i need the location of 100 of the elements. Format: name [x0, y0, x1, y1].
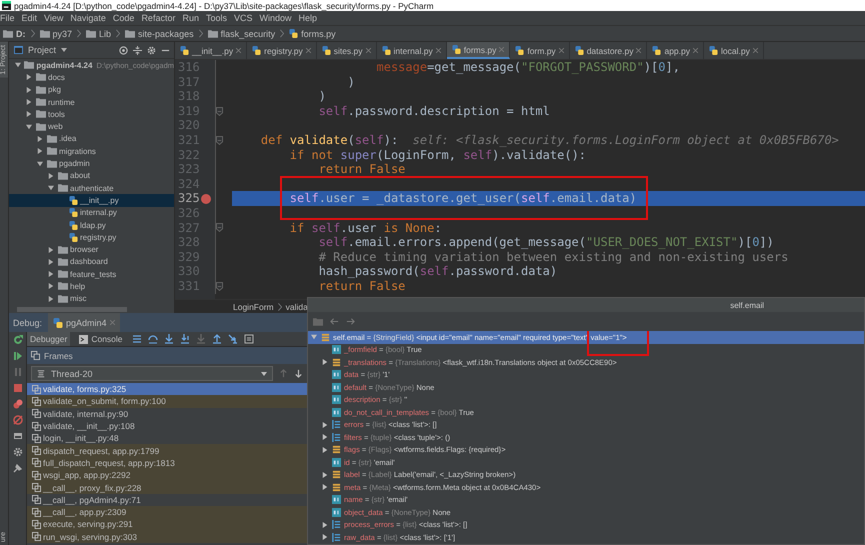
settings-icon[interactable] [147, 46, 156, 54]
step-into-my-code-icon[interactable] [180, 334, 190, 344]
close-icon[interactable] [236, 48, 242, 53]
menu-item[interactable]: Window [260, 13, 292, 23]
breadcrumb-item[interactable]: D: [16, 28, 26, 38]
frame-item[interactable]: wsgi_app, app.py:2292 [27, 469, 307, 482]
breakpoints-icon[interactable] [12, 399, 22, 409]
evaluate-icon[interactable] [244, 334, 254, 344]
expand-arrow-icon[interactable] [26, 124, 32, 130]
expand-arrow-icon[interactable] [311, 334, 317, 340]
tree-item[interactable]: .idea [9, 132, 174, 146]
debugger-tab[interactable]: Console [76, 332, 126, 346]
expand-arrow-icon[interactable] [322, 522, 328, 528]
settings-icon[interactable] [12, 447, 22, 457]
menu-item[interactable]: Refactor [141, 13, 176, 23]
expand-arrow-icon[interactable] [26, 74, 32, 80]
step-out-icon[interactable] [212, 334, 222, 344]
tree-item[interactable]: runtime [9, 96, 174, 108]
stop-icon[interactable] [12, 383, 22, 393]
breadcrumb-item[interactable]: forms.py [301, 28, 336, 38]
debugger-tab[interactable]: Debugger [27, 332, 70, 346]
tree-item[interactable]: pgadmin [9, 157, 174, 170]
tree-item[interactable]: registry.py [9, 231, 174, 244]
close-icon[interactable] [693, 48, 698, 53]
layout-icon[interactable] [12, 431, 22, 441]
expand-arrow-icon[interactable] [322, 472, 328, 478]
expand-arrow-icon[interactable] [322, 434, 328, 440]
fold-marker-icon[interactable] [216, 106, 223, 116]
close-icon[interactable] [636, 48, 642, 53]
editor-tab[interactable]: sites.py [316, 42, 377, 59]
close-icon[interactable] [306, 48, 311, 53]
expand-arrow-icon[interactable] [26, 86, 32, 93]
expand-arrow-icon[interactable] [48, 258, 54, 265]
tree-item[interactable]: dashboard [9, 256, 174, 268]
frame-item[interactable]: validate, internal.py:90 [27, 408, 307, 420]
caret-icon[interactable] [61, 48, 68, 52]
pin-icon[interactable] [12, 463, 22, 473]
frame-item[interactable]: validate_on_submit, form.py:100 [27, 395, 307, 408]
expand-arrow-icon[interactable] [48, 185, 54, 192]
tree-item[interactable]: authenticate [9, 182, 174, 194]
menu-item[interactable]: Help [298, 13, 318, 23]
tree-item[interactable]: help [9, 280, 174, 293]
editor-tab[interactable]: forms.py [446, 42, 510, 59]
tree-item[interactable]: misc [9, 292, 174, 305]
expand-arrow-icon[interactable] [322, 446, 328, 453]
close-icon[interactable] [366, 48, 371, 53]
menu-item[interactable]: Code [112, 13, 134, 23]
editor-tab[interactable]: local.py [704, 42, 764, 59]
expand-arrow-icon[interactable] [322, 484, 328, 490]
expand-arrow-icon[interactable] [48, 271, 54, 278]
frame-item[interactable]: __call__, proxy_fix.py:228 [27, 481, 307, 494]
collapse-icon[interactable] [133, 46, 142, 54]
expand-arrow-icon[interactable] [26, 111, 32, 118]
expand-arrow-icon[interactable] [48, 172, 54, 179]
tree-item[interactable]: ldap.py [9, 218, 174, 232]
expand-arrow-icon[interactable] [48, 283, 54, 290]
step-into-icon[interactable] [164, 334, 174, 344]
fold-marker-icon[interactable] [216, 223, 223, 232]
menu-item[interactable]: Navigate [70, 13, 106, 23]
expand-arrow-icon[interactable] [322, 422, 328, 428]
expand-arrow-icon[interactable] [322, 359, 328, 366]
frame-item[interactable]: __call__, pgAdmin4.py:71 [27, 494, 307, 506]
tree-item[interactable]: docs [9, 71, 174, 84]
editor-tab[interactable]: internal.py [376, 42, 447, 59]
rerun-icon[interactable] [12, 335, 22, 345]
expand-arrow-icon[interactable] [26, 99, 32, 106]
expand-arrow-icon[interactable] [48, 246, 54, 253]
expand-arrow-icon[interactable] [322, 534, 328, 540]
frame-item[interactable]: run_wsgi, serving.py:303 [27, 530, 307, 543]
breadcrumb-item[interactable]: flask_security [220, 28, 276, 38]
editor-tab[interactable]: app.py [647, 42, 704, 59]
tree-item[interactable]: feature_tests [9, 268, 174, 280]
frame-item[interactable]: dispatch_request, app.py:1799 [27, 444, 307, 457]
menu-item[interactable]: Run [182, 13, 199, 23]
thread-dropdown[interactable]: Thread-20 [31, 366, 273, 381]
frame-item[interactable]: login, __init__.py:48 [27, 432, 307, 444]
editor-tab[interactable]: __init__.py [175, 42, 248, 59]
tree-item[interactable]: migrations [9, 145, 174, 158]
editor-tab[interactable]: registry.py [247, 42, 317, 59]
session-tab[interactable]: pgAdmin4 [48, 313, 120, 332]
breadcrumb-item[interactable]: py37 [52, 28, 72, 38]
expand-arrow-icon[interactable] [37, 160, 43, 167]
run-to-cursor-icon[interactable] [228, 334, 238, 344]
menu-item[interactable]: File [0, 13, 15, 23]
menu-icon[interactable] [132, 334, 142, 344]
close-icon[interactable] [752, 48, 758, 53]
arrow-down-icon[interactable] [294, 369, 303, 378]
tree-item[interactable]: tools [9, 108, 174, 120]
fold-marker-icon[interactable] [216, 136, 223, 145]
breakpoint-icon[interactable] [201, 194, 211, 204]
tree-item[interactable]: about [9, 170, 174, 182]
resume-icon[interactable] [12, 351, 22, 361]
tree-item[interactable]: browser [9, 243, 174, 256]
expand-arrow-icon[interactable] [37, 148, 43, 154]
tree-item[interactable]: __init__.py [9, 194, 174, 207]
frame-item[interactable]: full_dispatch_request, app.py:1813 [27, 456, 307, 470]
target-icon[interactable] [119, 46, 128, 54]
tree-item[interactable]: pkg [9, 84, 174, 96]
breadcrumb-item[interactable]: LoginForm [233, 302, 274, 312]
tree-item[interactable]: web [9, 120, 174, 133]
